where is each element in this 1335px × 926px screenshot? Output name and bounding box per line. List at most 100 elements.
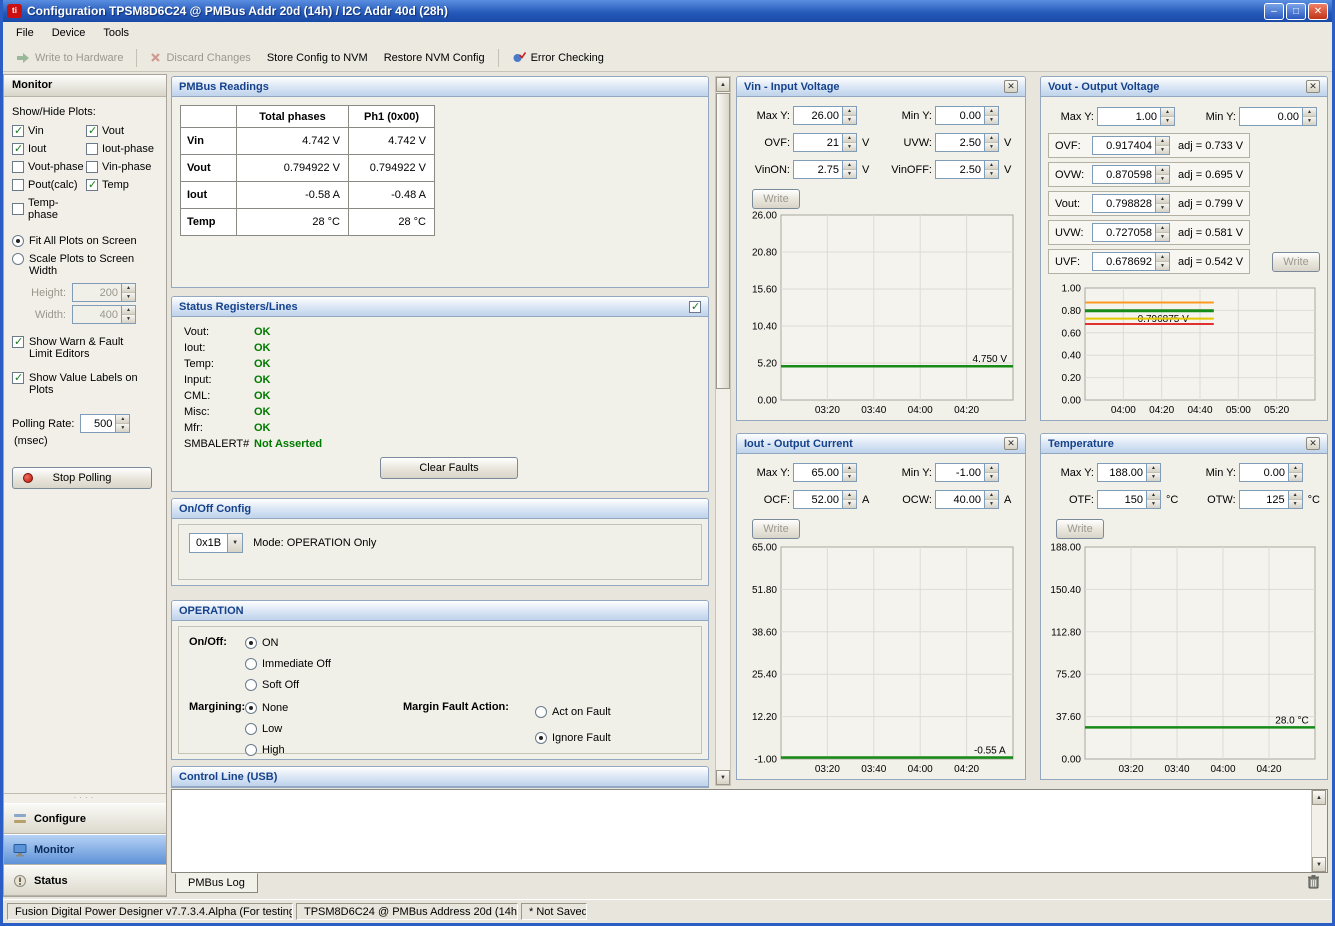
- show-warn-fault-editors-checkbox[interactable]: Show Warn & Fault Limit Editors: [12, 336, 158, 360]
- spinner-input[interactable]: [1240, 491, 1288, 508]
- spinner-input[interactable]: [1240, 108, 1302, 125]
- spinner-arrows[interactable]: ▲▼: [1155, 253, 1169, 270]
- spinner-input[interactable]: [936, 134, 984, 151]
- plot-toggle-pout-calc[interactable]: Pout(calc): [12, 179, 86, 191]
- spinner-input[interactable]: [73, 284, 121, 301]
- ovf-spinner[interactable]: ▲▼: [793, 133, 857, 152]
- discard-changes-button[interactable]: Discard Changes: [143, 48, 257, 68]
- spinner-arrows[interactable]: ▲▼: [842, 464, 856, 481]
- spinner-arrows[interactable]: ▲▼: [984, 464, 998, 481]
- otf-spinner[interactable]: ▲▼: [1097, 490, 1161, 509]
- splitter-handle[interactable]: ····: [4, 794, 166, 803]
- spinner-input[interactable]: [794, 107, 842, 124]
- spinner-arrows[interactable]: ▲▼: [984, 161, 998, 178]
- spinner-arrows[interactable]: ▲▼: [1288, 491, 1302, 508]
- plot-toggle-vout[interactable]: Vout: [86, 125, 158, 137]
- spinner-input[interactable]: [1093, 224, 1155, 241]
- status-panel-checkbox[interactable]: [689, 301, 701, 313]
- spinner-arrows[interactable]: ▲▼: [842, 491, 856, 508]
- min-y-spinner[interactable]: ▲▼: [1239, 107, 1317, 126]
- on-off-mode-select[interactable]: 0x1B ▼: [189, 533, 243, 553]
- pmbus-log-area[interactable]: ▲ ▼: [171, 789, 1328, 873]
- write-button[interactable]: Write: [1272, 252, 1320, 272]
- spinner-input[interactable]: [1093, 166, 1155, 183]
- vinon-spinner[interactable]: ▲▼: [793, 160, 857, 179]
- write-button[interactable]: Write: [752, 189, 800, 209]
- on-off-option-soft-off[interactable]: Soft Off: [245, 674, 331, 695]
- plot-toggle-vin-phase[interactable]: Vin-phase: [86, 161, 158, 173]
- spinner-arrows[interactable]: ▲▼: [1155, 166, 1169, 183]
- vinoff-spinner[interactable]: ▲▼: [935, 160, 999, 179]
- spinner-input[interactable]: [794, 491, 842, 508]
- menu-file[interactable]: File: [7, 24, 43, 42]
- on-off-option-immediate-off[interactable]: Immediate Off: [245, 653, 331, 674]
- scroll-up-icon[interactable]: ▲: [1312, 790, 1326, 805]
- min-y-spinner[interactable]: ▲▼: [1239, 463, 1303, 482]
- write-button[interactable]: Write: [752, 519, 800, 539]
- maximize-button[interactable]: □: [1286, 3, 1306, 20]
- error-checking-button[interactable]: Error Checking: [505, 47, 611, 68]
- spinner-input[interactable]: [1093, 195, 1155, 212]
- scale-plots-radio[interactable]: Scale Plots to Screen Width: [12, 253, 158, 277]
- close-icon[interactable]: ✕: [1004, 80, 1018, 93]
- spinner-arrows[interactable]: ▲▼: [984, 134, 998, 151]
- spinner-input[interactable]: [794, 161, 842, 178]
- spinner-arrows[interactable]: ▲▼: [842, 161, 856, 178]
- spinner-arrows[interactable]: ▲▼: [984, 107, 998, 124]
- spinner-input[interactable]: [81, 415, 115, 432]
- spinner-input[interactable]: [1098, 108, 1160, 125]
- scroll-down-icon[interactable]: ▼: [1312, 857, 1326, 872]
- spinner-input[interactable]: [936, 107, 984, 124]
- trash-icon[interactable]: [1307, 874, 1320, 892]
- uvw-spinner[interactable]: ▲▼: [1092, 223, 1170, 242]
- max-y-spinner[interactable]: ▲▼: [1097, 107, 1175, 126]
- restore-nvm-config-button[interactable]: Restore NVM Config: [377, 48, 492, 68]
- min-y-spinner[interactable]: ▲▼: [935, 106, 999, 125]
- spinner-arrows[interactable]: ▲▼: [1302, 108, 1316, 125]
- spinner-input[interactable]: [794, 464, 842, 481]
- spinner-input[interactable]: [794, 134, 842, 151]
- menu-device[interactable]: Device: [43, 24, 95, 42]
- ocf-spinner[interactable]: ▲▼: [793, 490, 857, 509]
- ovf-spinner[interactable]: ▲▼: [1092, 136, 1170, 155]
- spinner-arrows[interactable]: ▲▼: [1146, 491, 1160, 508]
- clear-faults-button[interactable]: Clear Faults: [380, 457, 518, 479]
- spinner-arrows[interactable]: ▲▼: [1146, 464, 1160, 481]
- stop-polling-button[interactable]: Stop Polling: [12, 467, 152, 489]
- spinner-arrows[interactable]: ▲▼: [121, 284, 135, 301]
- margin-fault-option-act-on-fault[interactable]: Act on Fault: [535, 699, 611, 725]
- ovw-spinner[interactable]: ▲▼: [1092, 165, 1170, 184]
- spinner-input[interactable]: [1240, 464, 1288, 481]
- ocw-spinner[interactable]: ▲▼: [935, 490, 999, 509]
- write-to-hardware-button[interactable]: Write to Hardware: [9, 48, 130, 68]
- plot-toggle-iout-phase[interactable]: Iout-phase: [86, 143, 158, 155]
- spinner-arrows[interactable]: ▲▼: [115, 415, 129, 432]
- spinner-input[interactable]: [936, 491, 984, 508]
- spinner-input[interactable]: [936, 464, 984, 481]
- spinner-arrows[interactable]: ▲▼: [1155, 195, 1169, 212]
- plot-toggle-vin[interactable]: Vin: [12, 125, 86, 137]
- max-y-spinner[interactable]: ▲▼: [793, 106, 857, 125]
- margining-option-high[interactable]: High: [245, 739, 288, 760]
- margining-option-none[interactable]: None: [245, 697, 288, 718]
- margining-option-low[interactable]: Low: [245, 718, 288, 739]
- write-button[interactable]: Write: [1056, 519, 1104, 539]
- scroll-up-icon[interactable]: ▲: [716, 77, 730, 92]
- spinner-arrows[interactable]: ▲▼: [1288, 464, 1302, 481]
- middle-scrollbar[interactable]: ▲ ▼: [715, 76, 731, 786]
- plot-toggle-temp-phase[interactable]: Temp-phase: [12, 197, 86, 221]
- sidebar-nav-status[interactable]: Status: [4, 865, 166, 896]
- uvw-spinner[interactable]: ▲▼: [935, 133, 999, 152]
- spinner-input[interactable]: [1093, 253, 1155, 270]
- scroll-down-icon[interactable]: ▼: [716, 770, 730, 785]
- close-icon[interactable]: ✕: [1306, 437, 1320, 450]
- spinner-arrows[interactable]: ▲▼: [984, 491, 998, 508]
- spinner-arrows[interactable]: ▲▼: [1155, 137, 1169, 154]
- spinner-arrows[interactable]: ▲▼: [1160, 108, 1174, 125]
- vout-spinner[interactable]: ▲▼: [1092, 194, 1170, 213]
- show-value-labels-checkbox[interactable]: Show Value Labels on Plots: [12, 372, 158, 396]
- close-icon[interactable]: ✕: [1306, 80, 1320, 93]
- width-spinner[interactable]: ▲▼: [72, 305, 136, 324]
- plot-toggle-iout[interactable]: Iout: [12, 143, 86, 155]
- spinner-arrows[interactable]: ▲▼: [121, 306, 135, 323]
